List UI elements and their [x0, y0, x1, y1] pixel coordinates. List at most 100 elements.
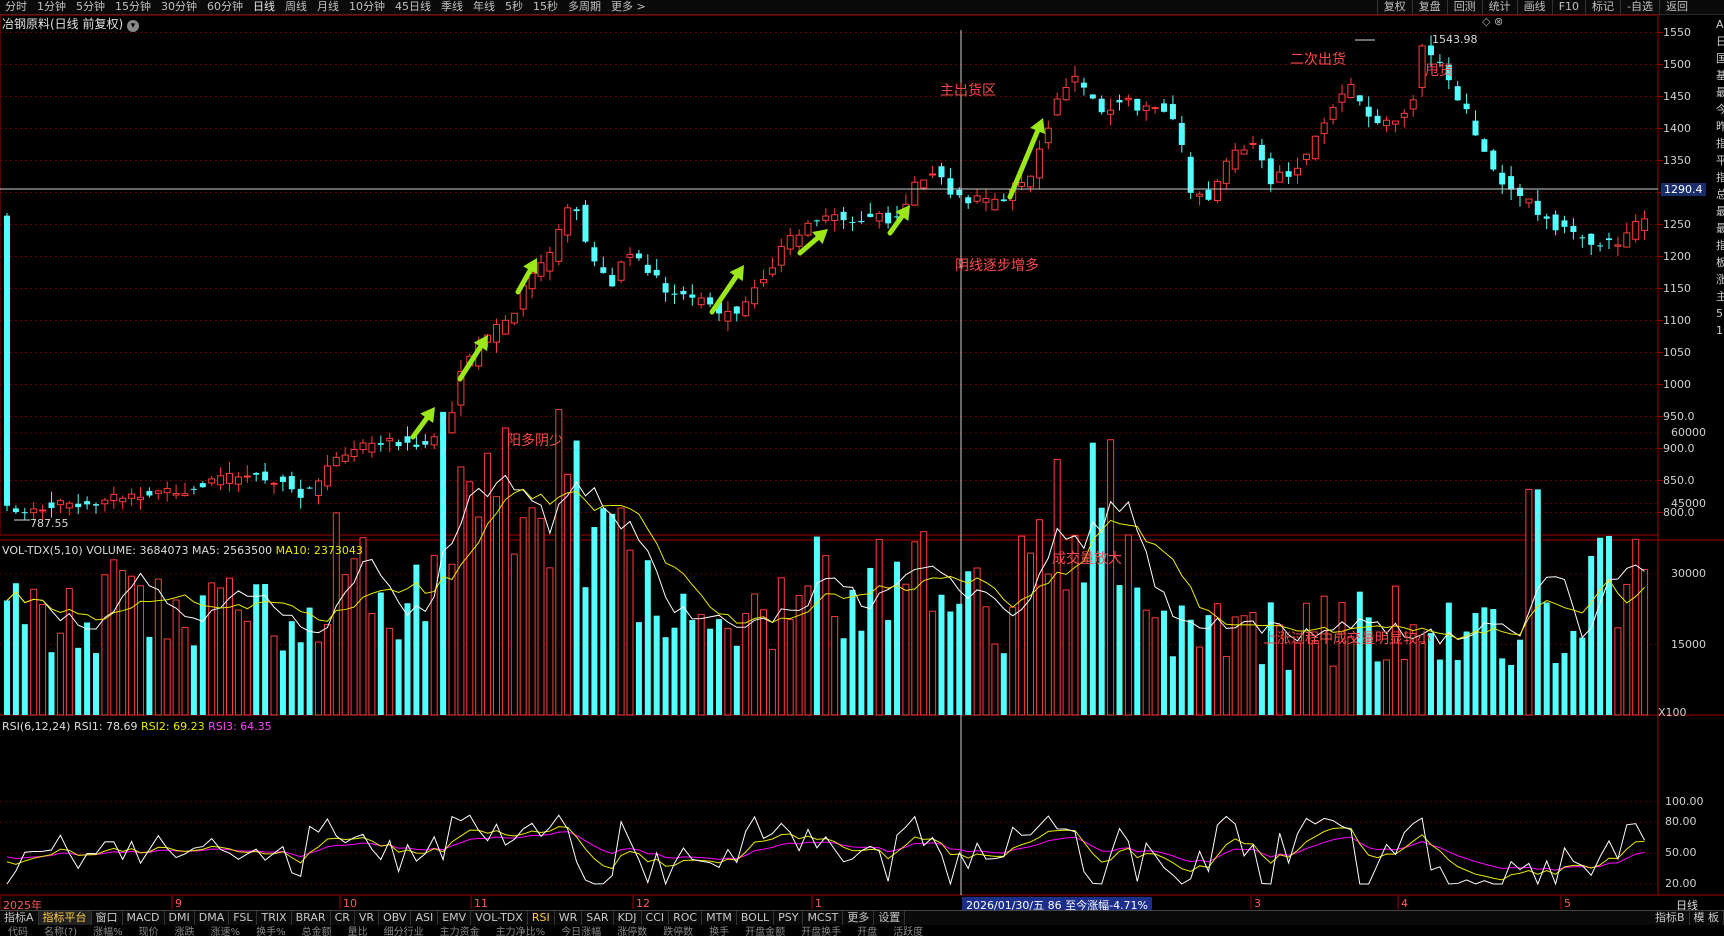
indicator-tab-10[interactable]: VR [355, 911, 380, 925]
column-header-14[interactable]: 跌停数 [655, 925, 701, 936]
indicator-tab-15[interactable]: RSI [528, 911, 555, 925]
indicator-tab-26[interactable]: 设置 [874, 911, 906, 925]
price-axis-tick: 1200 [1663, 249, 1691, 263]
volume-bar-up [217, 587, 225, 716]
indicator-tab-13[interactable]: EMV [438, 911, 472, 925]
volume-bar-up [1035, 519, 1043, 716]
price-panel-frame [0, 14, 1659, 536]
column-header-9[interactable]: 细分行业 [376, 925, 432, 936]
volume-bar-up [1044, 573, 1052, 716]
volume-bar-down [48, 652, 55, 715]
candle-down [1472, 120, 1479, 136]
indicator-tab-3[interactable]: MACD [123, 911, 165, 925]
candle-down [671, 293, 678, 295]
indicator-tab-0[interactable]: 指标A [0, 911, 39, 925]
candle-down [947, 178, 954, 195]
volume-bar-down [1508, 664, 1515, 715]
candle-up [1018, 182, 1026, 187]
candle-down [4, 215, 10, 506]
column-header-19[interactable]: 活跃度 [885, 925, 931, 936]
volume-bar-up [546, 567, 554, 716]
indicator-tab-8[interactable]: BRAR [292, 911, 331, 925]
indicator-tab-2[interactable]: 窗口 [92, 911, 123, 925]
indicator-tab-24[interactable]: MCST [803, 911, 844, 925]
indicator-tab-23[interactable]: PSY [774, 911, 804, 925]
candle-down [1508, 176, 1515, 190]
candle-down [146, 491, 153, 496]
date-axis-tick: 11 [474, 897, 488, 910]
volume-bar-up [724, 627, 732, 716]
candle-up [1231, 149, 1239, 170]
date-axis-tick: 1 [815, 897, 822, 910]
indicator-tab-6[interactable]: FSL [229, 911, 258, 925]
column-header-13[interactable]: 涨停数 [609, 925, 655, 936]
volume-bar-up [902, 583, 910, 716]
indicator-tab-16[interactable]: WR [555, 911, 583, 925]
date-axis-tick: 12 [636, 897, 650, 910]
indicator-tab-18[interactable]: KDJ [614, 911, 642, 925]
candle-up [1213, 180, 1221, 202]
volume-bar-up [368, 612, 376, 716]
column-header-2[interactable]: 涨幅% [85, 925, 131, 936]
volume-bar-down [1552, 663, 1559, 715]
high-price-label: 1543.98 [1432, 33, 1478, 46]
volume-bar-down [1463, 631, 1470, 715]
indicator-tab-14[interactable]: VOL-TDX [471, 911, 528, 925]
indicator-tab-21[interactable]: MTM [702, 911, 737, 925]
column-header-5[interactable]: 涨速% [203, 925, 249, 936]
candle-up [929, 173, 937, 176]
volume-bar-down [1187, 619, 1194, 715]
column-header-0[interactable]: 代码 [0, 925, 36, 936]
column-header-4[interactable]: 涨跌 [167, 925, 203, 936]
column-header-10[interactable]: 主力资金 [432, 925, 488, 936]
candle-down [573, 209, 580, 212]
indicator-tab-19[interactable]: CCI [642, 911, 670, 925]
indicator-tab-11[interactable]: OBV [379, 911, 412, 925]
indicator-tab-22[interactable]: BOLL [737, 911, 775, 925]
indicator-tab-25[interactable]: 更多 [843, 911, 875, 925]
right-col-item-13: 指 [1716, 239, 1724, 252]
column-header-18[interactable]: 开盘 [849, 925, 885, 936]
indicator-tab-9[interactable]: CR [331, 911, 355, 925]
indicator-tab-20[interactable]: ROC [669, 911, 703, 925]
volume-bar-up [30, 588, 38, 716]
chart-canvas[interactable] [0, 0, 1724, 936]
indicator-tab-right-0[interactable]: 指标B [1651, 911, 1690, 925]
column-header-12[interactable]: 今日涨幅 [553, 925, 609, 936]
volume-bar-up [768, 648, 776, 716]
candle-down [938, 166, 945, 178]
indicator-tab-4[interactable]: DMI [165, 911, 195, 925]
column-header-1[interactable]: 名称(?) [36, 925, 85, 936]
candle-down [867, 213, 874, 217]
right-col-item-8: 平 [1716, 154, 1724, 167]
volume-unit-label: X100 [1658, 706, 1687, 719]
right-col-item-2: 国 [1716, 52, 1724, 65]
indicator-tab-1[interactable]: 指标平台 [38, 911, 92, 925]
price-axis-tick: 1050 [1663, 345, 1691, 359]
volume-bar-down [1205, 615, 1212, 715]
column-header-3[interactable]: 现价 [131, 925, 167, 936]
column-header-11[interactable]: 主力净比% [488, 925, 554, 936]
indicator-tab-12[interactable]: ASI [411, 911, 439, 925]
volume-bar-up [234, 609, 242, 716]
column-header-15[interactable]: 换手 [701, 925, 737, 936]
candle-up [1338, 93, 1346, 103]
column-header-8[interactable]: 量比 [340, 925, 376, 936]
column-header-6[interactable]: 换手% [248, 925, 294, 936]
candle-up [1196, 193, 1204, 197]
volume-bar-down [1374, 661, 1381, 715]
candle-up [973, 195, 981, 202]
column-header-16[interactable]: 开盘金额 [737, 925, 793, 936]
volume-bar-up [448, 563, 456, 716]
indicator-tab-5[interactable]: DMA [195, 911, 230, 925]
candle-down [680, 290, 687, 295]
volume-bar-down [938, 594, 945, 715]
column-header-7[interactable]: 总金额 [294, 925, 340, 936]
volume-bar-up [1338, 602, 1346, 716]
column-header-17[interactable]: 开盘换手 [793, 925, 849, 936]
indicator-tab-17[interactable]: SAR [582, 911, 614, 925]
candle-down [1187, 156, 1194, 193]
indicator-tab-right-1[interactable]: 模 板 [1690, 911, 1724, 925]
indicator-tab-7[interactable]: TRIX [257, 911, 292, 925]
volume-bar-down [680, 593, 687, 715]
